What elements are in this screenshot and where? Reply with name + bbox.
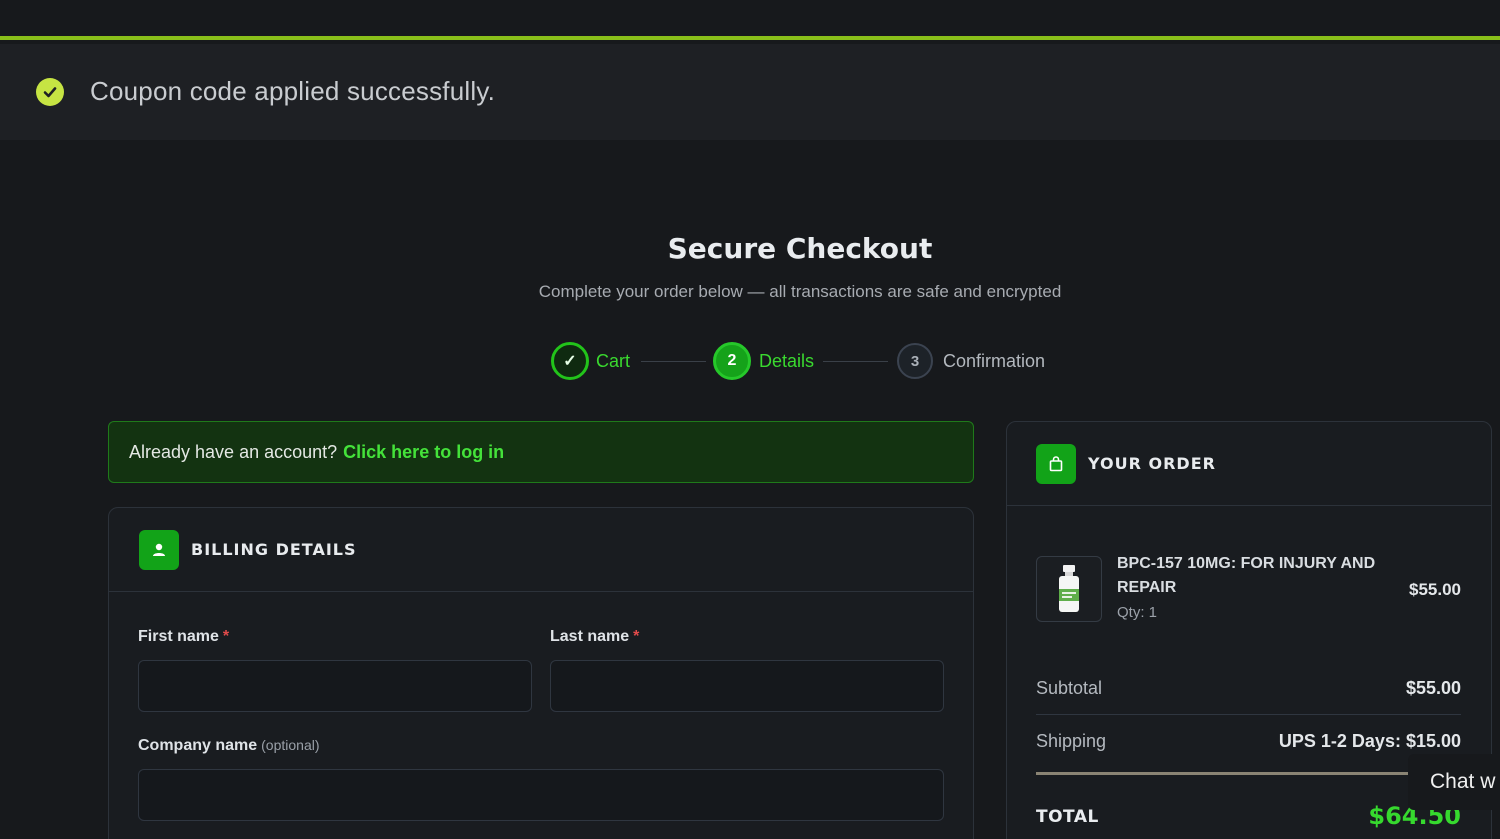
page-subtitle: Complete your order below — all transact… — [538, 282, 1062, 301]
product-thumbnail — [1036, 556, 1102, 622]
subtotal-label: Subtotal — [1036, 678, 1103, 698]
product-price: $55.00 — [1409, 580, 1461, 599]
step-divider — [641, 361, 706, 362]
top-bar — [0, 0, 1500, 40]
shipping-value: UPS 1-2 Days: $15.00 — [1278, 731, 1461, 751]
login-prompt-text: Already have an account? — [129, 441, 338, 462]
billing-title: BILLING DETAILS — [191, 540, 357, 559]
shopping-bag-icon — [1036, 444, 1076, 484]
product-qty: Qty: 1 — [1117, 604, 1158, 621]
notice-message: Coupon code applied successfully. — [90, 76, 496, 106]
last-name-label: Last name * — [550, 628, 640, 645]
company-name-label: Company name (optional) — [138, 737, 320, 754]
divider — [1036, 714, 1461, 715]
total-label: TOTAL — [1036, 807, 1099, 827]
login-link[interactable]: Click here to log in — [343, 442, 504, 463]
subtotal-value: $55.00 — [1405, 678, 1461, 698]
user-icon — [139, 530, 179, 570]
order-header: YOUR ORDER — [1007, 422, 1491, 506]
step-cart-label[interactable]: Cart — [596, 351, 630, 372]
page-title: Secure Checkout — [667, 232, 933, 265]
checkout-steps: ✓ Cart 2 Details 3 Confirmation — [0, 342, 1500, 382]
billing-header: BILLING DETAILS — [109, 508, 973, 592]
chat-widget-button[interactable]: Chat w — [1408, 754, 1500, 810]
billing-details-card: BILLING DETAILS First name * Last name * C… — [108, 507, 974, 839]
product-name: BPC-157 10MG: FOR INJURY AND REPAIR — [1117, 555, 1376, 596]
coupon-notice: Coupon code applied successfully. — [0, 44, 1500, 140]
step-details-label: Details — [759, 351, 815, 371]
step-details-number: 2 — [713, 342, 751, 380]
login-prompt-box: Already have an account? Click here to l… — [108, 421, 974, 483]
step-cart-check-icon[interactable]: ✓ — [551, 342, 589, 380]
first-name-label: First name * — [138, 628, 230, 645]
step-confirmation-number: 3 — [897, 343, 933, 379]
company-name-input[interactable] — [138, 769, 944, 821]
first-name-input[interactable] — [138, 660, 532, 712]
shipping-label: Shipping — [1036, 731, 1107, 751]
step-divider — [823, 361, 888, 362]
step-confirmation-label: Confirmation — [943, 351, 1046, 371]
order-title: YOUR ORDER — [1088, 454, 1216, 473]
last-name-input[interactable] — [550, 660, 944, 712]
total-divider — [1036, 772, 1408, 775]
check-circle-icon — [36, 78, 64, 106]
